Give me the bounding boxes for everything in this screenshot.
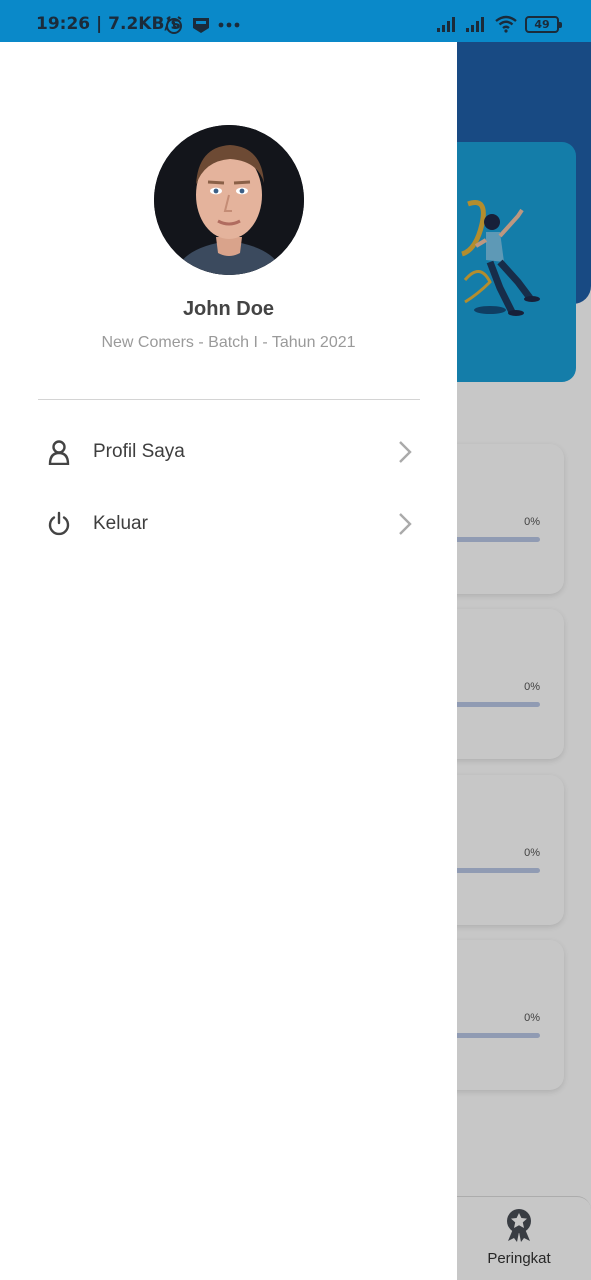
menu-label: Profil Saya [93,441,185,462]
menu-item-keluar[interactable]: Keluar [38,496,420,552]
navigation-drawer: John Doe New Comers - Batch I - Tahun 20… [0,42,457,1280]
wifi-icon [495,15,517,33]
divider [38,399,420,400]
user-icon [38,437,80,467]
status-bar: 19:26 | 7.2KB/s 49 [0,0,591,42]
battery-icon: 49 [525,15,562,33]
chevron-right-icon [390,437,420,467]
alarm-icon [166,16,182,34]
signal-icon [466,17,484,32]
battery-level: 49 [534,17,550,31]
power-icon [38,509,80,539]
profile-photo [154,125,304,275]
user-subtitle: New Comers - Batch I - Tahun 2021 [101,334,356,351]
avatar [154,125,304,275]
menu-item-profil-saya[interactable]: Profil Saya [38,424,420,480]
chevron-right-icon [390,509,420,539]
app-notification-icon [193,18,209,33]
user-name: John Doe [182,298,275,320]
more-dots-icon [218,22,240,28]
status-time: 19:26 | 7.2KB/s [36,14,181,34]
menu-label: Keluar [93,513,148,534]
signal-icon [437,17,455,32]
